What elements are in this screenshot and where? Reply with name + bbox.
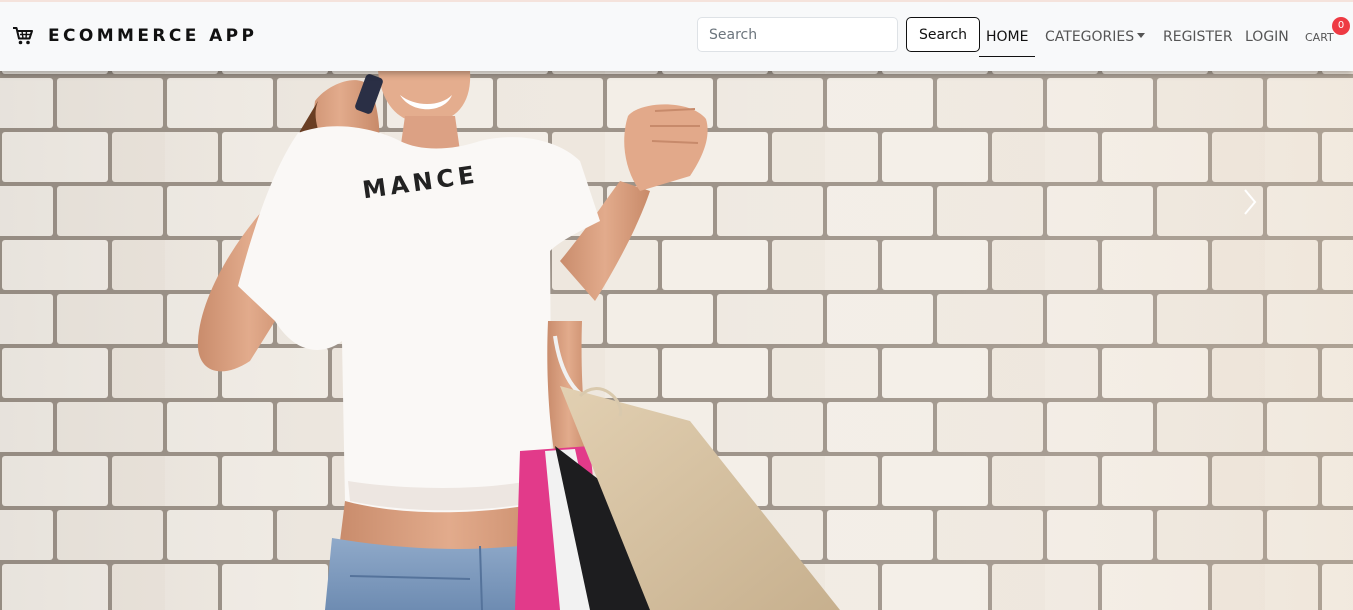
nav-cart-label: CART: [1305, 31, 1334, 44]
nav-categories-label: CATEGORIES: [1045, 29, 1135, 45]
cart-count-badge: 0: [1332, 17, 1350, 35]
shopping-cart-icon: [12, 26, 34, 46]
brand-link[interactable]: ECOMMERCE APP: [12, 24, 257, 48]
nav-register-link[interactable]: REGISTER: [1156, 24, 1240, 57]
search-input[interactable]: [697, 17, 898, 52]
nav-home-link[interactable]: HOME: [979, 24, 1036, 57]
navbar: ECOMMERCE APP Search HOME CATEGORIES REG…: [0, 0, 1353, 71]
search-form: Search: [697, 17, 980, 52]
hero-carousel: MANCE: [0, 71, 1353, 610]
chevron-right-icon: [1244, 189, 1257, 215]
nav-login-link[interactable]: LOGIN: [1238, 24, 1296, 57]
nav-home-label: HOME: [986, 29, 1029, 45]
carousel-next-button[interactable]: [1235, 184, 1265, 220]
caret-down-icon: [1137, 33, 1146, 38]
nav-register-label: REGISTER: [1163, 29, 1233, 45]
brand-name: ECOMMERCE APP: [48, 26, 258, 46]
nav-login-label: LOGIN: [1245, 29, 1289, 45]
hero-banner-image: MANCE: [0, 71, 1353, 610]
nav-categories-dropdown[interactable]: CATEGORIES: [1038, 24, 1152, 57]
search-button[interactable]: Search: [906, 17, 980, 52]
